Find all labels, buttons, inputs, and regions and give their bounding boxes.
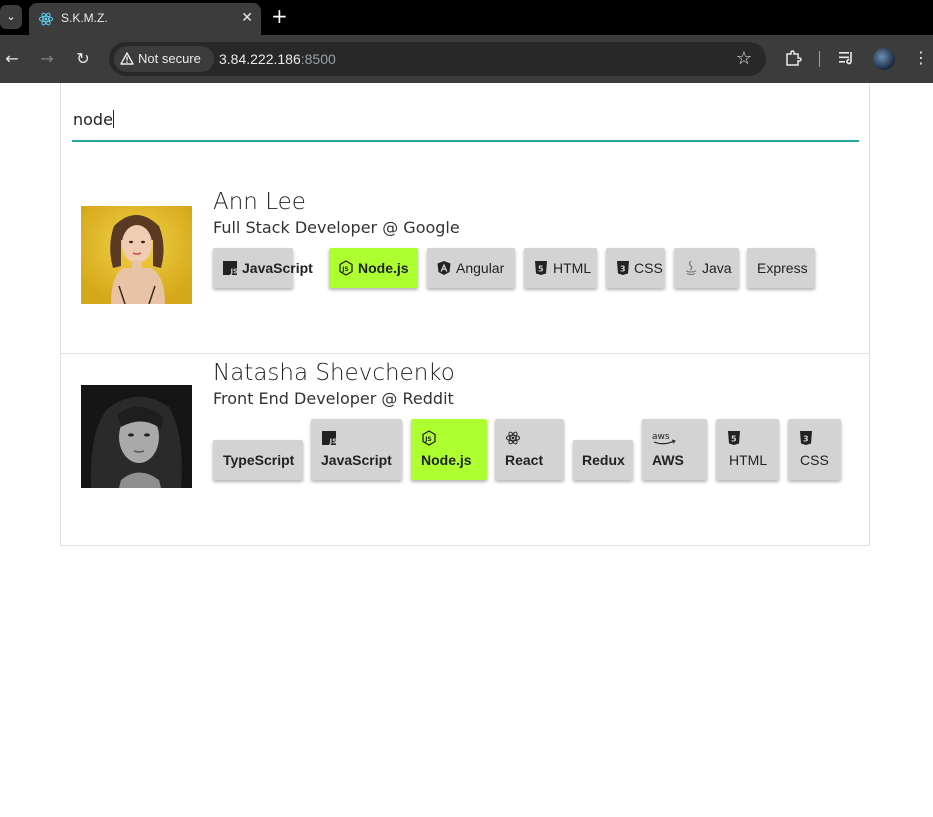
- svg-text:3: 3: [803, 435, 809, 444]
- skill-label: HTML: [729, 452, 768, 468]
- svg-text:JS: JS: [329, 438, 338, 446]
- media-queue-icon[interactable]: [838, 49, 856, 67]
- bookmark-star-icon[interactable]: ☆: [736, 49, 752, 69]
- skill-chip-java[interactable]: Java: [674, 248, 739, 288]
- html5-icon: 5: [728, 431, 740, 445]
- close-tab-icon[interactable]: ✕: [241, 9, 253, 27]
- javascript-icon: JS: [322, 431, 338, 446]
- skill-label: AWS: [652, 452, 684, 468]
- skill-label: TypeScript: [223, 452, 295, 468]
- person-name: Ann Lee: [213, 189, 306, 215]
- tab-title: S.K.M.Z.: [61, 11, 108, 25]
- person-title: Full Stack Developer @ Google: [213, 218, 460, 237]
- avatar: [81, 385, 192, 488]
- more-menu-icon[interactable]: ⋮: [913, 48, 929, 68]
- skill-chip-css[interactable]: 3 CSS: [606, 248, 665, 288]
- search-input-value: node: [73, 110, 113, 129]
- person-name: Natasha Shevchenko: [213, 360, 455, 386]
- url-port: :8500: [300, 51, 336, 67]
- forward-arrow-icon[interactable]: →: [37, 49, 57, 69]
- java-icon: [685, 260, 697, 276]
- skill-chip-javascript[interactable]: JS JavaScript: [311, 419, 402, 480]
- skill-label: Redux: [582, 452, 625, 468]
- toolbar-divider: [819, 51, 820, 67]
- browser-toolbar: ← → ↻ Not secure 3.84.222.186:8500 ☆ ⋮: [0, 35, 933, 83]
- skill-label: React: [505, 452, 544, 468]
- skill-label: Node.js: [358, 260, 409, 276]
- svg-text:3: 3: [620, 265, 626, 274]
- new-tab-icon[interactable]: +: [271, 5, 288, 27]
- skill-label: JavaScript: [321, 452, 392, 468]
- browser-tab-bar: ⌄ S.K.M.Z. ✕ +: [0, 0, 933, 35]
- skill-label: Node.js: [421, 452, 472, 468]
- skill-chip-typescript[interactable]: TypeScript: [213, 440, 303, 480]
- url-host: 3.84.222.186: [219, 51, 301, 67]
- react-icon: [505, 431, 521, 445]
- angular-icon: [437, 261, 451, 275]
- react-favicon-icon: [38, 12, 54, 26]
- skill-label: CSS: [634, 260, 663, 276]
- skill-chip-angular[interactable]: Angular: [427, 248, 515, 288]
- address-bar[interactable]: Not secure 3.84.222.186:8500 ☆: [109, 42, 766, 76]
- skill-chip-css[interactable]: 3 CSS: [788, 419, 841, 480]
- skill-label: CSS: [800, 452, 829, 468]
- aws-icon: aws: [652, 432, 676, 445]
- skill-label: JavaScript: [242, 260, 313, 276]
- security-chip[interactable]: Not secure: [114, 46, 214, 72]
- svg-text:JS: JS: [230, 268, 239, 276]
- avatar: [81, 206, 192, 304]
- warning-triangle-icon: [120, 52, 134, 65]
- tab-search-button[interactable]: ⌄: [0, 5, 22, 29]
- skill-chip-redux[interactable]: Redux: [573, 440, 633, 480]
- text-caret: [112, 110, 114, 128]
- skill-chip-react[interactable]: React: [495, 419, 564, 480]
- nodejs-icon: JS: [422, 430, 436, 446]
- svg-text:5: 5: [538, 265, 544, 274]
- skill-chip-nodejs[interactable]: JS Node.js: [411, 419, 487, 480]
- extensions-puzzle-icon[interactable]: [784, 49, 802, 67]
- skill-chip-aws[interactable]: aws AWS: [642, 419, 707, 480]
- skill-chip-javascript[interactable]: JS JavaScript: [213, 248, 313, 288]
- css3-icon: 3: [800, 431, 812, 445]
- svg-text:5: 5: [731, 435, 737, 444]
- back-arrow-icon[interactable]: ←: [2, 49, 22, 69]
- svg-text:JS: JS: [424, 436, 432, 443]
- css3-icon: 3: [617, 261, 629, 275]
- skill-label: HTML: [553, 260, 592, 276]
- row-divider: [61, 353, 869, 354]
- skill-label: Express: [757, 260, 808, 276]
- search-field[interactable]: node: [72, 103, 859, 142]
- svg-text:JS: JS: [341, 266, 349, 273]
- skill-chip-nodejs[interactable]: JS Node.js: [329, 248, 418, 288]
- url-text[interactable]: 3.84.222.186:8500: [219, 51, 336, 67]
- html5-icon: 5: [535, 261, 547, 275]
- skill-label: Angular: [456, 260, 505, 276]
- profile-avatar[interactable]: [873, 48, 895, 70]
- results-card: node Ann Lee Full Stack Developer @ Goog…: [60, 83, 870, 546]
- skill-chip-html[interactable]: 5 HTML: [524, 248, 597, 288]
- search-input[interactable]: node: [73, 110, 114, 129]
- page: node Ann Lee Full Stack Developer @ Goog…: [0, 83, 933, 817]
- nodejs-icon: JS: [339, 260, 353, 276]
- svg-text:aws: aws: [652, 432, 670, 442]
- security-label: Not secure: [138, 51, 201, 66]
- javascript-icon: JS: [223, 261, 239, 276]
- person-title: Front End Developer @ Reddit: [213, 389, 454, 408]
- skill-chip-express[interactable]: Express: [747, 248, 815, 288]
- skill-chip-html[interactable]: 5 HTML: [716, 419, 779, 480]
- reload-icon[interactable]: ↻: [73, 49, 93, 69]
- browser-tab[interactable]: S.K.M.Z. ✕: [29, 3, 261, 35]
- skill-label: Java: [702, 260, 732, 276]
